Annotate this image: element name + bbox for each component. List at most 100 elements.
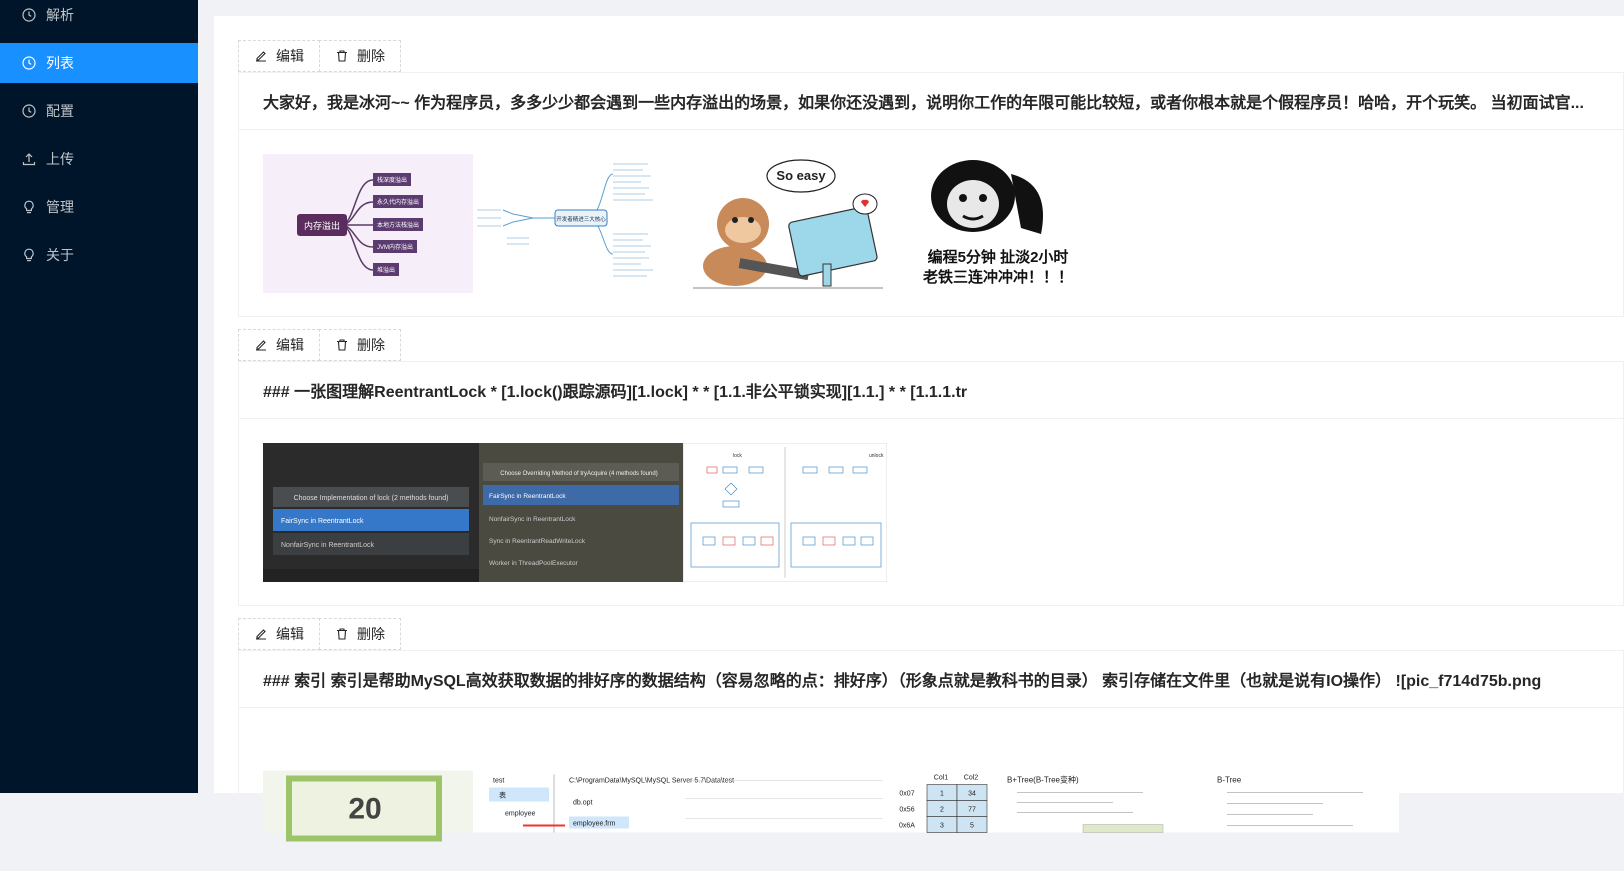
file-name: employee.frm xyxy=(573,821,616,828)
upload-icon xyxy=(22,152,36,166)
edit-button-label: 编辑 xyxy=(276,337,304,353)
sidebar-item-manage[interactable]: 管理 xyxy=(0,187,198,227)
edit-icon xyxy=(256,51,266,62)
sidebar-item-about[interactable]: 关于 xyxy=(0,235,198,275)
ide-popup-option: NonfairSync in ReentrantLock xyxy=(489,516,576,523)
table-header: Col2 xyxy=(964,775,979,782)
post-title-text: ### 一张图理解ReentrantLock * [1.lock()跟踪源码][… xyxy=(263,384,968,401)
table-header: Col1 xyxy=(934,775,949,782)
tree-node: test xyxy=(493,778,504,785)
meme-caption-line1: 编程5分钟 扯淡2小时 xyxy=(928,248,1069,266)
post-image-ide-tryacquire[interactable]: Choose Overriding Method of tryAcquire (… xyxy=(479,443,683,582)
ide-popup-title: Choose Overriding Method of tryAcquire (… xyxy=(500,471,657,477)
meme-caption-line2: 老铁三连冲冲冲！！！ xyxy=(922,268,1073,286)
ide-popup-title: Choose Implementation of lock (2 methods… xyxy=(294,495,449,502)
sidebar-item-list[interactable]: 列表 xyxy=(0,43,198,83)
post-title-text: 大家好，我是冰河~~ 作为程序员，多多少少都会遇到一些内存溢出的场景，如果你还没… xyxy=(263,95,1584,112)
sidebar-item-label: 管理 xyxy=(46,199,74,215)
sidebar-item-parse[interactable]: 解析 xyxy=(0,0,198,35)
mindmap-node-text: 栈深度溢出 xyxy=(377,176,407,184)
delete-button[interactable]: 删除 xyxy=(319,329,401,361)
clock-circle-icon xyxy=(22,56,36,70)
bulb-icon xyxy=(22,248,36,262)
post-title[interactable]: ### 一张图理解ReentrantLock * [1.lock()跟踪源码][… xyxy=(239,362,1623,419)
mindmap-node-text: 堆溢出 xyxy=(377,266,395,274)
table-cell-value: 20 xyxy=(348,793,381,826)
edit-icon xyxy=(256,340,266,351)
edit-button-label: 编辑 xyxy=(276,626,304,642)
tree-node: 表 xyxy=(499,791,506,800)
ide-popup-option: Sync in ReentrantReadWriteLock xyxy=(489,538,586,545)
mindmap-node-text: JVM内存溢出 xyxy=(377,243,413,251)
table-cell: 3 xyxy=(940,823,944,830)
delete-icon xyxy=(337,339,347,351)
mindmap-node-text: 永久代内存溢出 xyxy=(377,198,419,206)
edit-button[interactable]: 编辑 xyxy=(238,329,320,361)
post-images: 20 test 表 employee C:\ProgramData\MySQL\… xyxy=(239,708,1623,871)
post-actions: 编辑 删除 xyxy=(238,40,401,72)
post-image-btree-notes[interactable]: B+Tree(B-Tree变种) B-Tree xyxy=(993,732,1399,871)
folder-path: C:\ProgramData\MySQL\MySQL Server 5.7\Da… xyxy=(569,778,734,785)
post-image-mindmap-skills[interactable]: 开发者精进三大核心 xyxy=(473,154,683,293)
edit-button[interactable]: 编辑 xyxy=(238,618,320,650)
mindmap-root-text: 开发者精进三大核心 xyxy=(556,215,606,223)
post-card: 大家好，我是冰河~~ 作为程序员，多多少少都会遇到一些内存溢出的场景，如果你还没… xyxy=(238,72,1624,317)
sidebar-item-upload[interactable]: 上传 xyxy=(0,139,198,179)
sidebar-item-label: 关于 xyxy=(46,247,74,263)
delete-button-label: 删除 xyxy=(357,337,385,353)
edit-icon xyxy=(256,629,266,640)
edit-button[interactable]: 编辑 xyxy=(238,40,320,72)
diagram-label: lock xyxy=(733,453,742,459)
post-actions: 编辑 删除 xyxy=(238,618,401,650)
delete-button[interactable]: 删除 xyxy=(319,618,401,650)
ide-popup-option: NonfairSync in ReentrantLock xyxy=(281,542,374,549)
notes-heading: B-Tree xyxy=(1217,776,1242,785)
post-image-meme[interactable]: 编程5分钟 扯淡2小时 老铁三连冲冲冲！！！ xyxy=(893,154,1103,293)
bulb-icon xyxy=(22,200,36,214)
sidebar-item-label: 上传 xyxy=(46,151,74,167)
post-images: 内存溢出 栈深度溢出 永久代内存溢出 本地方法栈溢出 JVM内存溢出 堆溢出 开… xyxy=(239,130,1623,317)
delete-button[interactable]: 删除 xyxy=(319,40,401,72)
sidebar-item-label: 解析 xyxy=(46,7,74,23)
post-image-flow-diagram[interactable]: lock unlock xyxy=(683,443,887,582)
post-image-cartoon[interactable]: So easy xyxy=(683,154,893,293)
post-title[interactable]: ### 索引 索引是帮助MySQL高效获取数据的排好序的数据结构（容易忽略的点：… xyxy=(239,651,1623,708)
delete-icon xyxy=(337,50,347,62)
delete-button-label: 删除 xyxy=(357,626,385,642)
sidebar-item-config[interactable]: 配置 xyxy=(0,91,198,131)
post-title[interactable]: 大家好，我是冰河~~ 作为程序员，多多少少都会遇到一些内存溢出的场景，如果你还没… xyxy=(239,73,1623,130)
table-cell: 5 xyxy=(970,823,974,830)
ide-popup-option: FairSync in ReentrantLock xyxy=(281,518,364,525)
post-image-mysql-folder[interactable]: test 表 employee C:\ProgramData\MySQL\MyS… xyxy=(473,732,893,871)
post-image-mindmap[interactable]: 内存溢出 栈深度溢出 永久代内存溢出 本地方法栈溢出 JVM内存溢出 堆溢出 xyxy=(263,154,473,293)
post-image-ide-lock[interactable]: Choose Implementation of lock (2 methods… xyxy=(263,443,479,582)
main-area: 编辑 删除 大家好，我是冰河~~ 作为程序员，多多少少都会遇到一些内存溢出的场景… xyxy=(198,0,1624,842)
table-cell: 2 xyxy=(940,807,944,814)
tree-node: employee xyxy=(505,811,535,818)
post-image-hash-table[interactable]: Col1 Col2 0x07 0x56 0x6A 1 34 2 77 3 5 xyxy=(893,732,993,871)
post-card: ### 索引 索引是帮助MySQL高效获取数据的排好序的数据结构（容易忽略的点：… xyxy=(238,650,1624,842)
content-area: 编辑 删除 大家好，我是冰河~~ 作为程序员，多多少少都会遇到一些内存溢出的场景… xyxy=(214,16,1624,842)
table-cell: 77 xyxy=(968,807,976,814)
speech-bubble-text: So easy xyxy=(776,168,826,183)
post-actions: 编辑 删除 xyxy=(238,329,401,361)
edit-button-label: 编辑 xyxy=(276,48,304,64)
post-card: ### 一张图理解ReentrantLock * [1.lock()跟踪源码][… xyxy=(238,361,1624,606)
file-name: db.opt xyxy=(573,800,593,807)
sidebar-item-label: 配置 xyxy=(46,103,74,119)
clock-circle-icon xyxy=(22,8,36,22)
diagram-label: unlock xyxy=(869,453,884,459)
ide-popup-option: Worker in ThreadPoolExecutor xyxy=(489,560,578,567)
notes-heading: B+Tree(B-Tree变种) xyxy=(1007,775,1079,785)
post-image-table-cell[interactable]: 20 xyxy=(263,732,473,871)
sidebar-item-label: 列表 xyxy=(46,55,74,71)
mindmap-node-text: 本地方法栈溢出 xyxy=(377,221,419,229)
delete-button-label: 删除 xyxy=(357,48,385,64)
delete-icon xyxy=(337,628,347,640)
sidebar: 解析 列表 配置 上传 管理 关于 xyxy=(0,0,198,793)
table-key: 0x07 xyxy=(899,791,914,798)
post-title-text: ### 索引 索引是帮助MySQL高效获取数据的排好序的数据结构（容易忽略的点：… xyxy=(263,673,1542,690)
post-images: Choose Implementation of lock (2 methods… xyxy=(239,419,1623,606)
table-key: 0x56 xyxy=(899,807,914,814)
table-key: 0x6A xyxy=(899,823,915,830)
